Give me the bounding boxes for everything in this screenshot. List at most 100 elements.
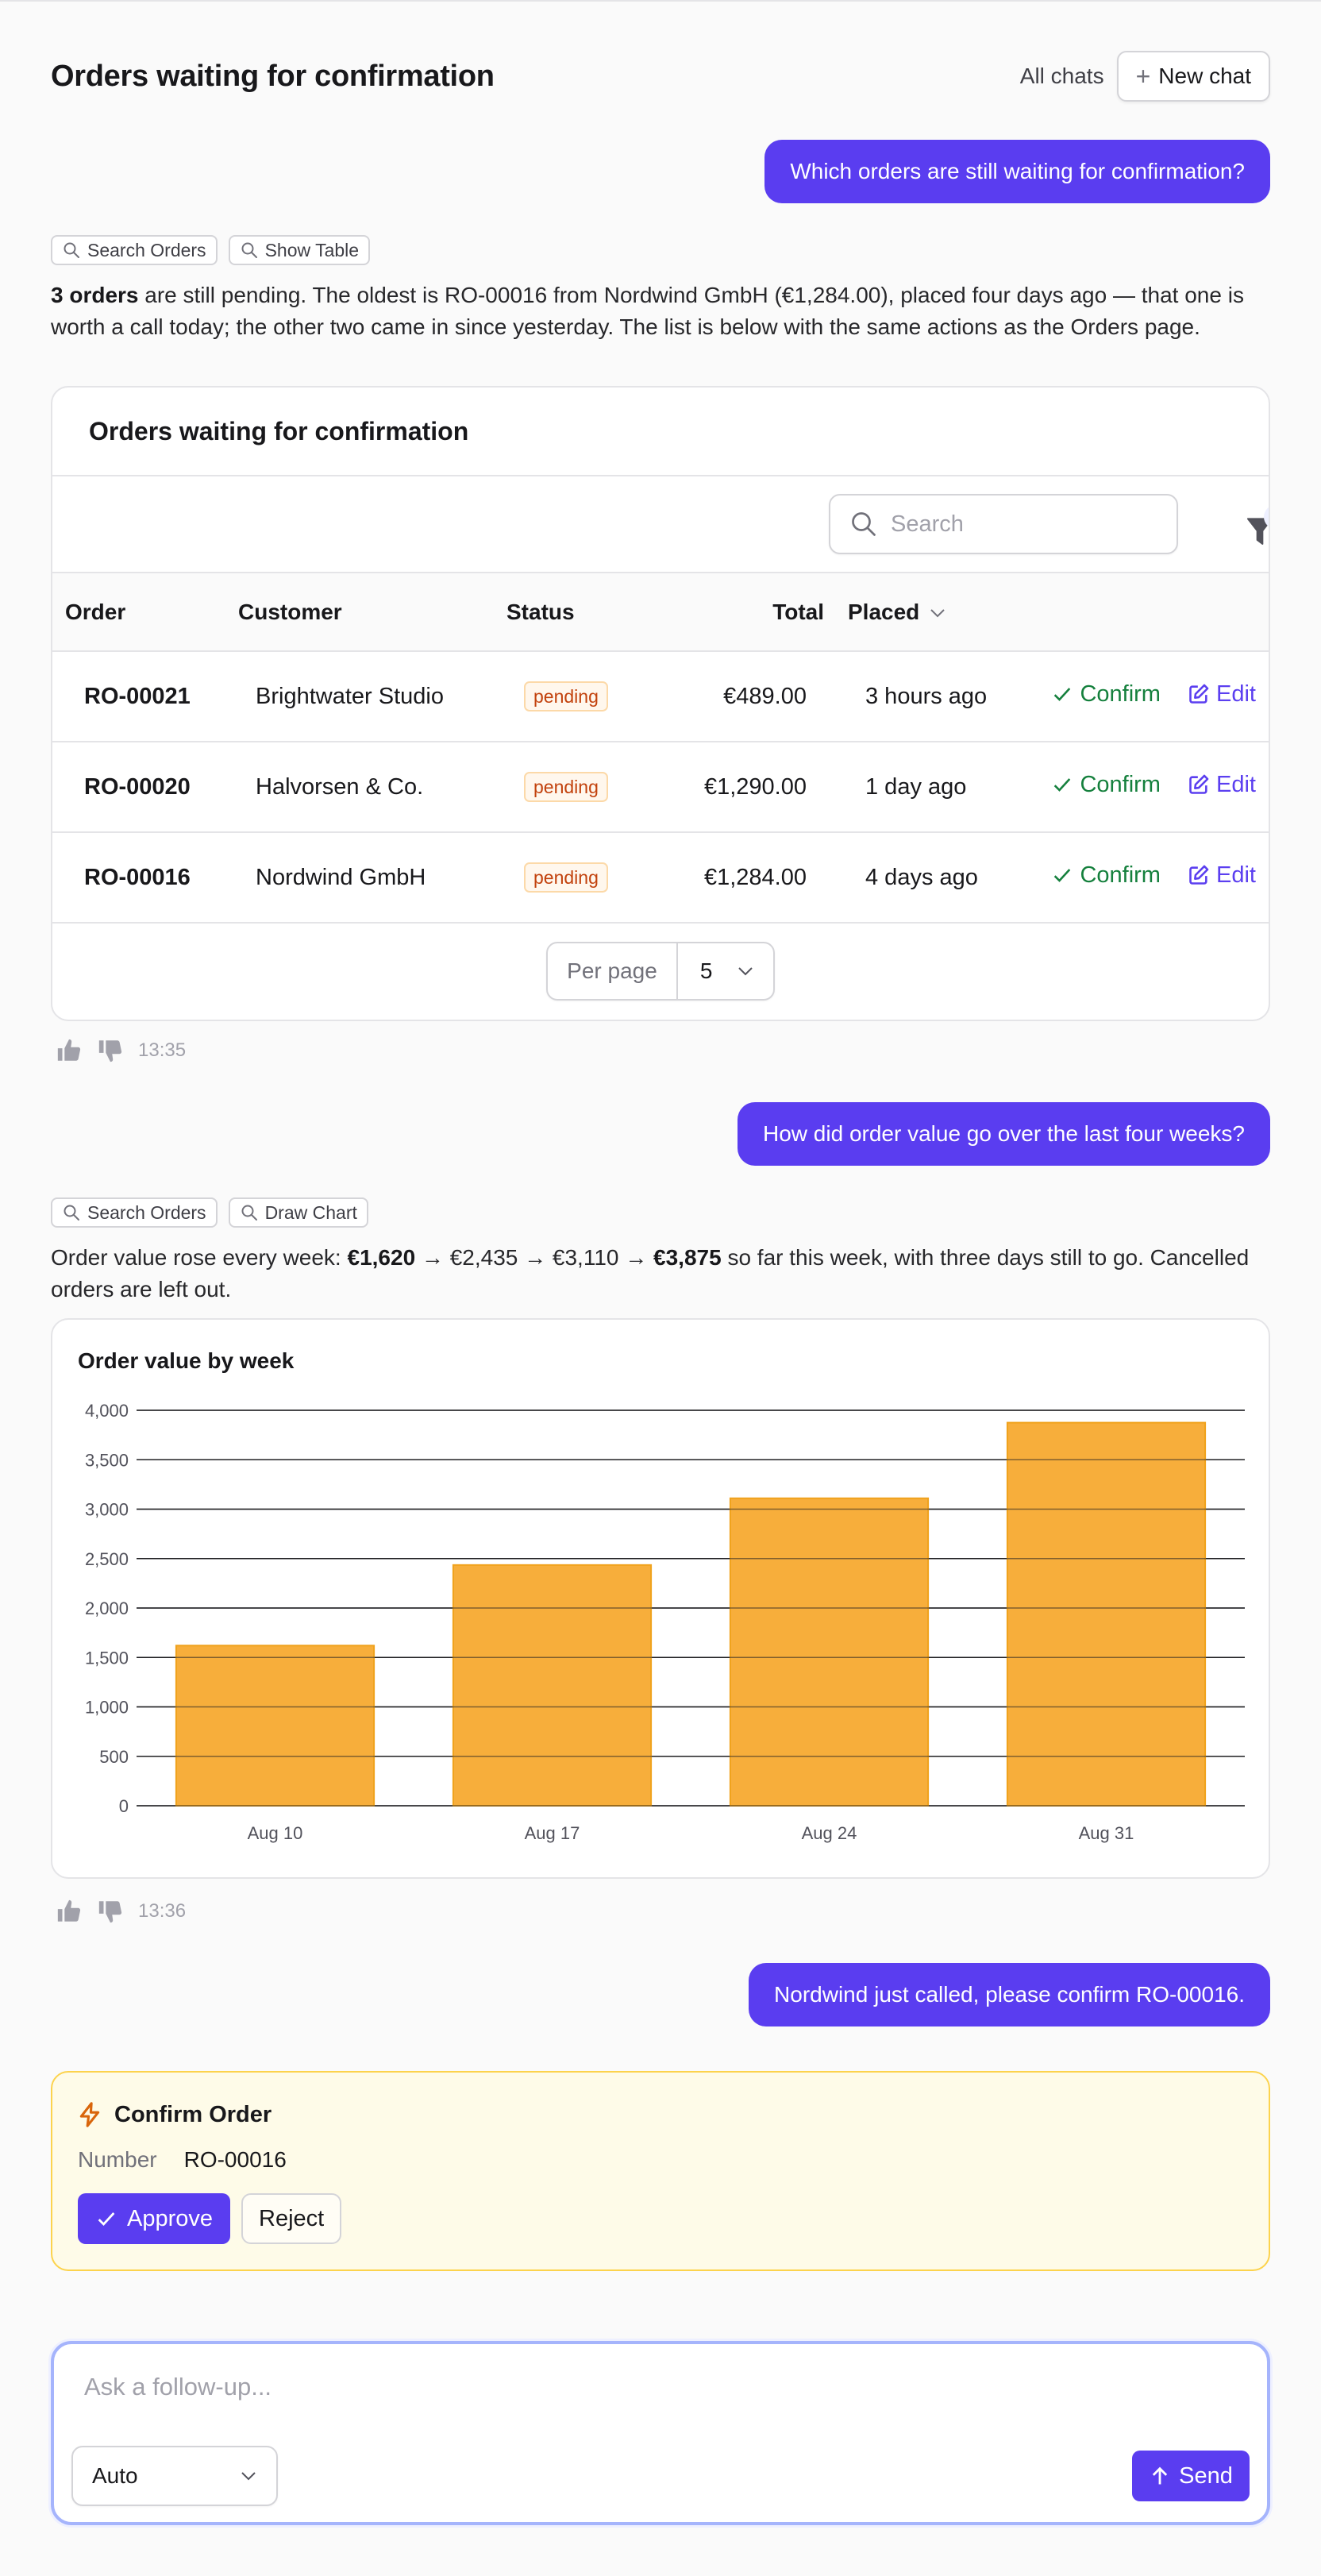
edit-icon	[1189, 684, 1209, 704]
search-input[interactable]	[891, 511, 1161, 538]
tool-chip-show-table[interactable]: Show Table	[228, 235, 371, 265]
edit-icon	[1189, 774, 1209, 795]
approve-button[interactable]: Approve	[78, 2193, 231, 2244]
reject-button[interactable]: Reject	[241, 2193, 342, 2244]
column-header-status: Status	[506, 599, 575, 624]
answer-text: are still pending. The oldest is RO-0001…	[51, 283, 1244, 339]
chevron-down-icon	[738, 967, 753, 976]
y-tick-label: 3,000	[85, 1500, 129, 1520]
plus-icon: +	[1135, 62, 1151, 91]
user-message: Nordwind just called, please confirm RO-…	[749, 1963, 1270, 2026]
per-page-label: Per page	[548, 943, 678, 999]
page-title: Orders waiting for confirmation	[51, 59, 495, 93]
arrow-up-icon	[1152, 2466, 1168, 2485]
approval-card: Confirm Order Number RO-00016 Approve Re…	[51, 2071, 1270, 2271]
message-time: 13:35	[138, 1039, 187, 1061]
cell-actions: Confirm Edit	[1023, 742, 1269, 832]
table-header-row: Order Customer Status Total Placed	[52, 573, 1269, 651]
edit-label: Edit	[1216, 681, 1256, 707]
tool-chip-label: Draw Chart	[264, 1201, 357, 1223]
answer-text: Order value rose every week:	[51, 1245, 348, 1270]
table-search[interactable]	[829, 494, 1178, 554]
thumbs-up-icon[interactable]	[56, 1898, 83, 1925]
tool-chip-search-orders[interactable]: Search Orders	[51, 235, 218, 265]
cell-actions: Confirm Edit	[1023, 832, 1269, 923]
tool-chip-label: Search Orders	[87, 239, 206, 260]
edit-label: Edit	[1216, 862, 1256, 888]
per-page-select[interactable]: 5	[678, 943, 773, 999]
tool-chip-label: Search Orders	[87, 1201, 206, 1223]
model-select-value: Auto	[92, 2463, 138, 2488]
new-chat-label: New chat	[1158, 64, 1251, 88]
field-value: RO-00016	[183, 2147, 287, 2172]
chevron-down-icon	[930, 609, 945, 618]
y-tick-label: 1,500	[85, 1648, 129, 1668]
filter-button[interactable]: 0	[1240, 505, 1269, 550]
column-header-label: Placed	[848, 599, 920, 624]
orders-table-card: Orders waiting for confirmation 0 Order …	[51, 386, 1270, 1021]
cell-total: €1,290.00	[703, 773, 807, 800]
approve-label: Approve	[127, 2205, 214, 2231]
search-icon	[241, 242, 257, 258]
answer-highlight: 3 orders	[51, 283, 139, 307]
approval-title: Confirm Order	[114, 2101, 272, 2127]
y-tick-label: 500	[99, 1747, 129, 1767]
search-icon	[64, 1205, 79, 1221]
thumbs-down-icon[interactable]	[97, 1898, 124, 1925]
check-icon	[98, 2212, 115, 2227]
follow-up-input[interactable]	[84, 2373, 1196, 2420]
header-actions: All chats + New chat	[1020, 51, 1270, 102]
cell-placed: 1 day ago	[865, 773, 967, 800]
thumbs-down-icon[interactable]	[97, 1037, 124, 1064]
all-chats-link[interactable]: All chats	[1020, 64, 1104, 89]
cell-total: €1,284.00	[703, 864, 807, 890]
column-header-placed[interactable]: Placed	[824, 573, 1023, 651]
table-row: RO-00021 Brightwater Studio pending €489…	[52, 651, 1269, 742]
check-icon	[1054, 778, 1071, 792]
message-feedback: 13:35	[56, 1037, 186, 1064]
message-composer: Auto Send	[51, 2341, 1270, 2525]
status-badge: pending	[524, 772, 608, 802]
edit-button[interactable]: Edit	[1188, 772, 1256, 798]
search-icon	[852, 512, 876, 536]
tool-chip-search-orders[interactable]: Search Orders	[51, 1197, 218, 1228]
table-toolbar: 0	[52, 476, 1269, 573]
cell-placed: 4 days ago	[865, 864, 978, 890]
edit-button[interactable]: Edit	[1188, 681, 1256, 708]
model-select[interactable]: Auto	[71, 2446, 278, 2506]
column-header-order: Order	[65, 599, 126, 624]
user-message: How did order value go over the last fou…	[738, 1102, 1270, 1166]
edit-label: Edit	[1216, 771, 1256, 797]
cell-actions: Confirm Edit	[1023, 651, 1269, 742]
y-tick-label: 3,500	[85, 1450, 129, 1470]
confirm-button[interactable]: Confirm	[1051, 772, 1161, 798]
chevron-down-icon	[241, 2472, 256, 2481]
cell-order: RO-00021	[84, 683, 191, 709]
per-page-control: Per page 5	[546, 942, 775, 1001]
send-button[interactable]: Send	[1132, 2451, 1250, 2501]
edit-button[interactable]: Edit	[1188, 862, 1256, 889]
new-chat-button[interactable]: + New chat	[1116, 51, 1270, 102]
assistant-answer: Order value rose every week: €1,620 → €2…	[51, 1242, 1273, 1305]
tool-chip-draw-chart[interactable]: Draw Chart	[228, 1197, 368, 1228]
lightning-icon	[79, 2102, 100, 2127]
y-tick-label: 1,000	[85, 1698, 129, 1718]
status-badge: pending	[524, 681, 608, 711]
search-icon	[241, 1205, 257, 1221]
chart-bar	[452, 1564, 653, 1807]
confirm-button[interactable]: Confirm	[1051, 862, 1161, 889]
answer-highlight: €3,875	[653, 1245, 722, 1270]
tool-calls: Search Orders Draw Chart	[51, 1197, 368, 1228]
check-icon	[1054, 869, 1071, 883]
card-header: Orders waiting for confirmation	[52, 388, 1269, 476]
top-border	[0, 0, 1321, 2]
thumbs-up-icon[interactable]	[56, 1037, 83, 1064]
y-tick-label: 4,000	[85, 1401, 129, 1421]
answer-text: → €2,435 → €3,110 →	[415, 1245, 654, 1270]
pagination: Per page 5	[52, 924, 1269, 1019]
check-icon	[1054, 688, 1071, 702]
approval-field: Number RO-00016	[78, 2147, 287, 2173]
confirm-button[interactable]: Confirm	[1051, 681, 1161, 708]
chat-header: Orders waiting for confirmation All chat…	[51, 51, 1270, 102]
bar-chart: 0 500 1,000 1,500 2,000 2,500 3,000 3,500 4,000 A…	[85, 1401, 1245, 1843]
